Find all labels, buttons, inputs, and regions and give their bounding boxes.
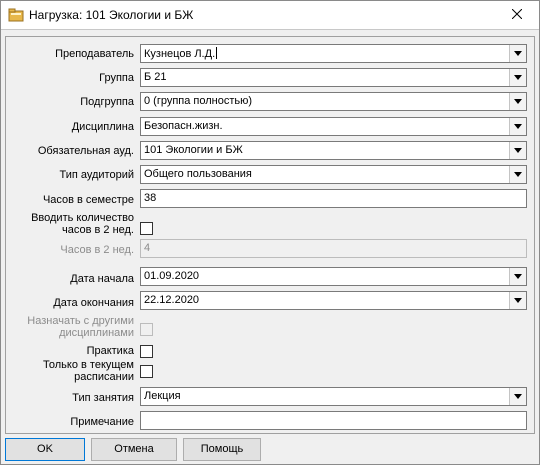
discipline-combobox[interactable]: Безопасн.жизн. [140,117,527,136]
subgroup-label: Подгруппа [80,96,134,108]
end-date-label: Дата окончания [53,297,134,309]
enter-hours-checkbox[interactable] [140,222,153,235]
discipline-value: Безопасн.жизн. [144,120,223,132]
window-title: Нагрузка: 101 Экологии и БЖ [29,8,194,22]
lesson-type-value: Лекция [144,390,181,402]
dialog-body: Преподаватель Кузнецов Л.Д. Группа Б 21 [1,29,539,434]
end-date-value: 22.12.2020 [144,294,200,306]
current-only-checkbox[interactable] [140,365,153,378]
chevron-down-icon[interactable] [509,268,526,285]
folder-icon [8,7,24,23]
close-button[interactable] [495,1,539,29]
subgroup-value: 0 (группа полностью) [144,95,253,107]
ok-button[interactable]: OK [5,438,85,461]
room-type-label: Тип аудиторий [59,169,134,181]
group-combobox[interactable]: Б 21 [140,68,527,87]
dialog-window: Нагрузка: 101 Экологии и БЖ Преподавател… [0,0,540,465]
current-only-label: Только в текущем расписании [43,359,134,383]
room-combobox[interactable]: 101 Экологии и БЖ [140,141,527,160]
room-type-combobox[interactable]: Общего пользования [140,165,527,184]
assign-with-others-checkbox [140,323,153,336]
chevron-down-icon[interactable] [509,142,526,159]
room-value: 101 Экологии и БЖ [144,144,243,156]
form-panel: Преподаватель Кузнецов Л.Д. Группа Б 21 [5,36,535,434]
chevron-down-icon[interactable] [509,45,526,62]
lesson-type-label: Тип занятия [72,392,134,404]
close-icon [511,8,523,22]
chevron-down-icon[interactable] [509,166,526,183]
lesson-type-combobox[interactable]: Лекция [140,387,527,406]
room-label: Обязательная ауд. [37,145,134,157]
hours-semester-label: Часов в семестре [42,194,134,206]
note-input[interactable] [140,411,527,430]
chevron-down-icon[interactable] [509,118,526,135]
subgroup-combobox[interactable]: 0 (группа полностью) [140,92,527,111]
hours-2weeks-input: 4 [140,239,527,258]
teacher-combobox[interactable]: Кузнецов Л.Д. [140,44,527,63]
hours-2weeks-value: 4 [144,242,151,254]
assign-with-others-label: Назначать с другими дисциплинами [27,315,134,339]
practice-checkbox[interactable] [140,345,153,358]
hours-semester-input[interactable]: 38 [140,189,527,208]
title-bar: Нагрузка: 101 Экологии и БЖ [1,1,539,29]
start-date-picker[interactable]: 01.09.2020 [140,267,527,286]
end-date-picker[interactable]: 22.12.2020 [140,291,527,310]
chevron-down-icon[interactable] [509,292,526,309]
hours-2weeks-label: Часов в 2 нед. [60,244,134,256]
room-type-value: Общего пользования [144,168,252,180]
teacher-value: Кузнецов Л.Д. [144,47,218,60]
hours-semester-value: 38 [144,192,157,204]
note-label: Примечание [70,416,134,428]
help-button[interactable]: Помощь [183,438,261,461]
start-date-label: Дата начала [70,273,134,285]
button-bar: OK Отмена Помощь [1,434,539,464]
discipline-label: Дисциплина [71,121,134,133]
chevron-down-icon[interactable] [509,388,526,405]
chevron-down-icon[interactable] [509,93,526,110]
chevron-down-icon[interactable] [509,69,526,86]
enter-hours-label: Вводить количество часов в 2 нед. [31,212,134,236]
group-value: Б 21 [144,71,167,83]
practice-label: Практика [86,345,134,357]
cancel-button[interactable]: Отмена [91,438,177,461]
start-date-value: 01.09.2020 [144,270,200,282]
teacher-label: Преподаватель [55,48,134,60]
group-label: Группа [99,72,134,84]
